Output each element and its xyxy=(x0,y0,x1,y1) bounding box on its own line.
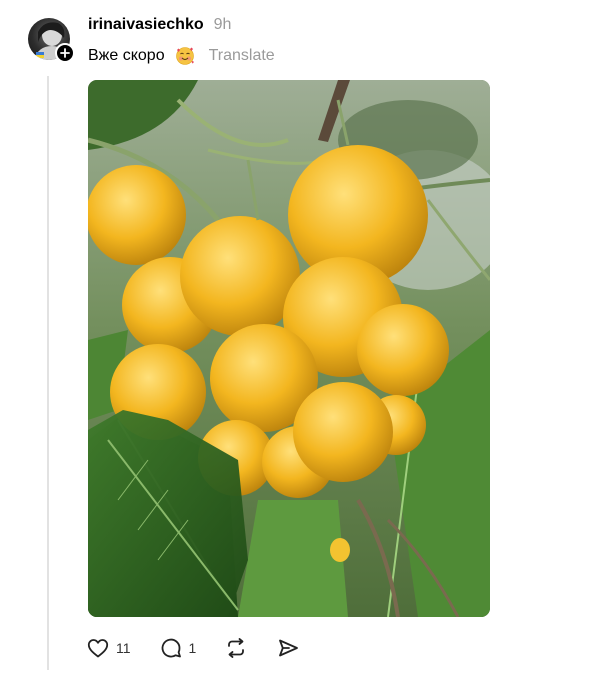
post-caption: Вже скоро xyxy=(88,47,165,64)
caption-row: Вже скоро Translate xyxy=(88,46,275,66)
reply-button[interactable]: 1 xyxy=(159,636,197,660)
translate-link[interactable]: Translate xyxy=(209,47,275,65)
like-count: 11 xyxy=(116,640,131,656)
reply-count: 1 xyxy=(188,640,197,656)
repost-button[interactable] xyxy=(224,636,248,660)
post-actions: 11 1 xyxy=(86,636,328,660)
share-icon xyxy=(276,636,300,660)
share-button[interactable] xyxy=(276,636,300,660)
timestamp: 9h xyxy=(213,16,232,33)
follow-button[interactable] xyxy=(55,43,75,63)
like-button[interactable]: 11 xyxy=(86,636,131,660)
smiling-face-with-hearts-icon xyxy=(175,46,195,66)
plus-icon xyxy=(60,48,70,58)
thread-line xyxy=(47,76,49,670)
heart-icon xyxy=(86,636,110,660)
comment-icon xyxy=(159,636,183,660)
username[interactable]: irinaivasiechko xyxy=(88,16,204,34)
post-header: irinaivasiechko 9h xyxy=(88,16,231,34)
post-image[interactable] xyxy=(88,80,490,617)
repost-icon xyxy=(224,636,248,660)
